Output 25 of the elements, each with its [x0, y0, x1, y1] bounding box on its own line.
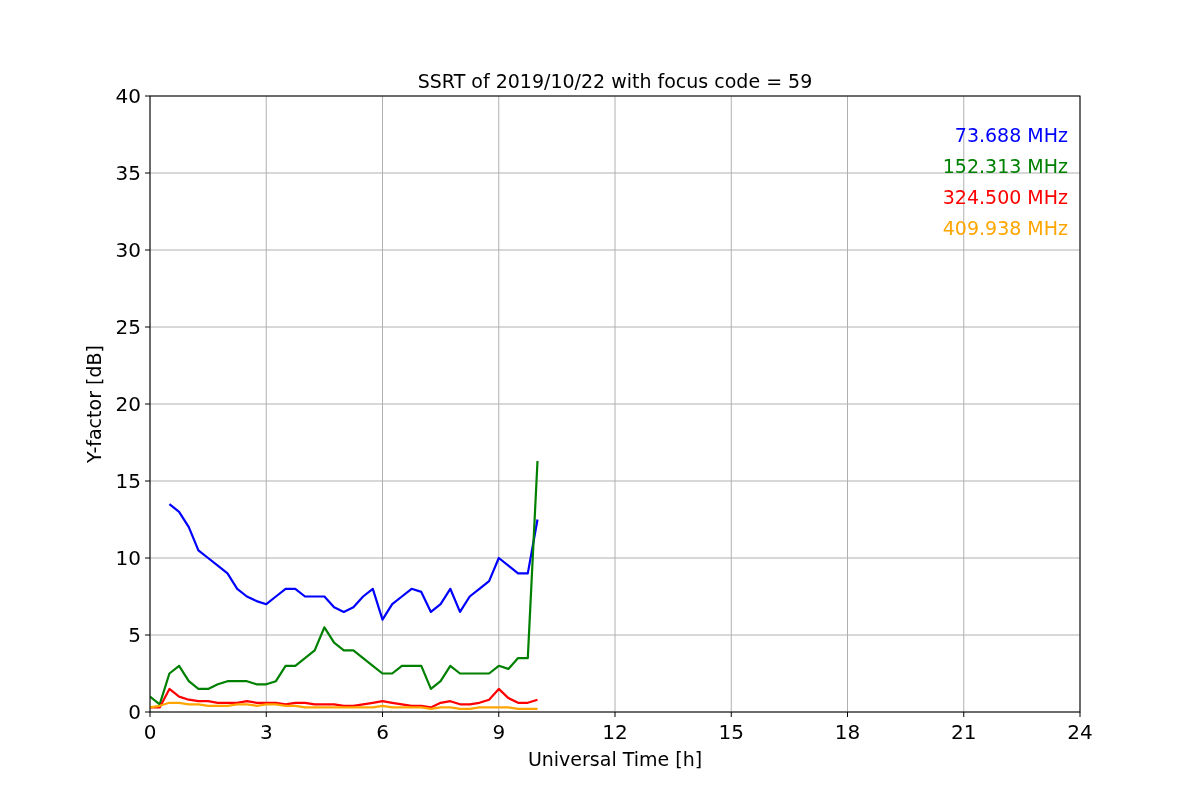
tick-label: 12	[602, 720, 628, 744]
tick-label: 0	[143, 720, 157, 744]
tick-label: 18	[834, 720, 861, 744]
legend-label: 409.938 MHz	[942, 217, 1068, 239]
y-axis-label: Y-factor [dB]	[83, 345, 105, 463]
chart-title: SSRT of 2019/10/22 with focus code = 59	[417, 70, 813, 92]
tick-label: 25	[115, 315, 141, 339]
tick-label: 5	[128, 623, 141, 647]
legend-label: 73.688 MHz	[954, 124, 1068, 146]
tick-label: 0	[128, 700, 141, 724]
legend-label: 324.500 MHz	[942, 186, 1068, 208]
tick-label: 3	[259, 720, 273, 744]
tick-label: 6	[376, 720, 389, 744]
legend-label: 152.313 MHz	[942, 155, 1068, 177]
tick-label: 24	[1067, 720, 1093, 744]
tick-label: 21	[951, 720, 977, 744]
tick-label: 20	[115, 392, 141, 416]
x-axis-label: Universal Time [h]	[527, 748, 703, 770]
tick-label: 40	[115, 84, 141, 108]
tick-label: 10	[115, 546, 141, 570]
tick-label: 15	[115, 469, 141, 493]
tick-label: 9	[492, 720, 506, 744]
tick-label: 15	[718, 720, 744, 744]
tick-label: 35	[115, 161, 141, 185]
tick-label: 30	[115, 238, 141, 262]
